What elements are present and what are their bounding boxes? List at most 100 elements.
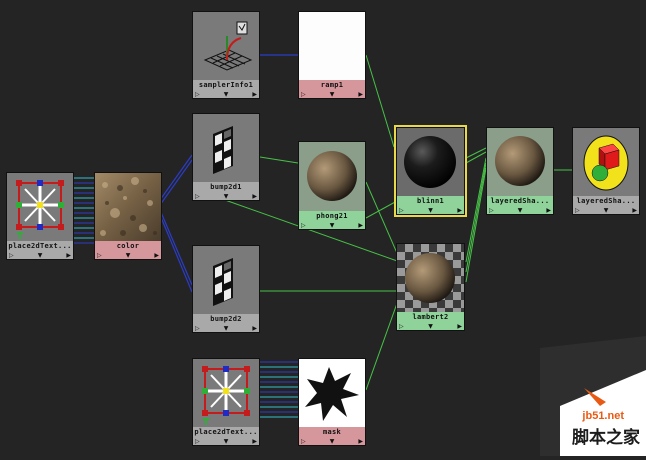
output-port-icon[interactable]: ▶ (457, 323, 462, 330)
wire-ramp-blinn (365, 54, 395, 148)
output-port-icon[interactable]: ▶ (358, 438, 363, 445)
node-port-bar[interactable]: ▷ ▼ ▶ (193, 90, 259, 98)
node-port-bar[interactable]: ▷ ▼ ▶ (299, 90, 365, 98)
input-port-icon[interactable]: ▷ (489, 207, 494, 214)
node-label: phong21 (299, 211, 365, 221)
lambert-swatch (397, 244, 464, 312)
node-place2d-texture-a[interactable]: place2dText... ▷ ▼ ▶ (6, 172, 74, 260)
expand-arrow-icon[interactable]: ▼ (224, 91, 229, 98)
node-port-bar[interactable]: ▷ ▼ ▶ (397, 322, 464, 330)
input-port-icon[interactable]: ▷ (399, 323, 404, 330)
output-port-icon[interactable]: ▶ (66, 252, 71, 259)
bump-icon (213, 258, 233, 306)
node-lambert[interactable]: lambert2 ▷ ▼ ▶ (396, 243, 465, 331)
node-port-bar[interactable]: ▷ ▼ ▶ (7, 251, 73, 259)
sampler-info-icon (203, 21, 253, 71)
node-label: color (95, 241, 161, 251)
bump-icon (213, 126, 233, 174)
node-label: mask (299, 427, 365, 437)
node-port-bar[interactable]: ▷ ▼ ▶ (299, 437, 365, 445)
node-label: ramp1 (299, 80, 365, 90)
node-port-bar[interactable]: ▷ ▼ ▶ (95, 251, 161, 259)
node-color-texture[interactable]: color ▷ ▼ ▶ (94, 172, 162, 260)
bump-swatch (193, 114, 259, 182)
expand-arrow-icon[interactable]: ▼ (330, 91, 335, 98)
expand-arrow-icon[interactable]: ▼ (428, 323, 433, 330)
input-port-icon[interactable]: ▷ (195, 193, 200, 200)
hypershade-graph[interactable]: samplerInfo1 ▷ ▼ ▶ ramp1 ▷ ▼ ▶ bump2d1 ▷ ▼ ▶ p… (0, 0, 646, 456)
node-phong[interactable]: phong21 ▷ ▼ ▶ (298, 141, 366, 230)
node-layered-shader[interactable]: layeredSha... ▷ ▼ ▶ (486, 127, 554, 215)
node-mask-texture[interactable]: mask ▷ ▼ ▶ (298, 358, 366, 446)
output-port-icon[interactable]: ▶ (632, 207, 637, 214)
node-bump2d2[interactable]: bump2d2 ▷ ▼ ▶ (192, 245, 260, 333)
input-port-icon[interactable]: ▷ (301, 438, 306, 445)
wire-color-bump1-b (159, 159, 193, 206)
wire-color-bump1-a (159, 154, 193, 201)
node-port-bar[interactable]: ▷ ▼ ▶ (193, 437, 259, 445)
node-ramp[interactable]: ramp1 ▷ ▼ ▶ (298, 11, 366, 99)
node-port-bar[interactable]: ▷ ▼ ▶ (487, 206, 553, 214)
output-port-icon[interactable]: ▶ (358, 91, 363, 98)
node-label: bump2d2 (193, 314, 259, 324)
input-port-icon[interactable]: ▷ (301, 91, 306, 98)
output-port-icon[interactable]: ▶ (252, 438, 257, 445)
place2d-texture-icon (202, 366, 250, 425)
input-port-icon[interactable]: ▷ (301, 222, 306, 229)
mask-texture-swatch (299, 359, 365, 427)
node-port-bar[interactable]: ▷ ▼ ▶ (193, 324, 259, 332)
output-port-icon[interactable]: ▶ (457, 207, 462, 214)
texture-thumbnail (95, 173, 161, 241)
expand-arrow-icon[interactable]: ▼ (330, 222, 335, 229)
wire-phong-lambert (365, 181, 401, 261)
expand-arrow-icon[interactable]: ▼ (224, 325, 229, 332)
node-samplerinfo[interactable]: samplerInfo1 ▷ ▼ ▶ (192, 11, 260, 99)
node-label: bump2d1 (193, 182, 259, 192)
expand-arrow-icon[interactable]: ▼ (604, 207, 609, 214)
expand-arrow-icon[interactable]: ▼ (38, 252, 43, 259)
watermark: jb51.net 脚本之家 (540, 336, 646, 456)
shader-ball-icon (495, 136, 545, 186)
wire-lambert-layered-1 (465, 157, 487, 263)
expand-arrow-icon[interactable]: ▼ (518, 207, 523, 214)
expand-arrow-icon[interactable]: ▼ (330, 438, 335, 445)
wire-bundle-place2d-color (74, 177, 94, 244)
layered-shader-swatch (487, 128, 553, 196)
node-place2d-texture-b[interactable]: place2dText... ▷ ▼ ▶ (192, 358, 260, 446)
expand-arrow-icon[interactable]: ▼ (428, 207, 433, 214)
expand-arrow-icon[interactable]: ▼ (224, 193, 229, 200)
input-port-icon[interactable]: ▷ (399, 207, 404, 214)
node-port-bar[interactable]: ▷ ▼ ▶ (573, 206, 639, 214)
output-port-icon[interactable]: ▶ (546, 207, 551, 214)
node-label: layeredSha... (573, 196, 639, 206)
input-port-icon[interactable]: ▷ (575, 207, 580, 214)
node-port-bar[interactable]: ▷ ▼ ▶ (299, 221, 365, 229)
shading-group-icon (583, 135, 629, 191)
output-port-icon[interactable]: ▶ (358, 222, 363, 229)
node-label: lambert2 (397, 312, 464, 322)
input-port-icon[interactable]: ▷ (9, 252, 14, 259)
expand-arrow-icon[interactable]: ▼ (224, 438, 229, 445)
watermark-site-name: 脚本之家 (572, 428, 640, 447)
phong-swatch (299, 142, 365, 211)
node-blinn[interactable]: blinn1 ▷ ▼ ▶ (394, 125, 467, 217)
output-port-icon[interactable]: ▶ (252, 193, 257, 200)
wire-blinn-layered (465, 147, 487, 159)
input-port-icon[interactable]: ▷ (195, 325, 200, 332)
place2d-swatch (193, 359, 259, 427)
color-texture-swatch (95, 173, 161, 241)
wire-color-bump2-a (159, 209, 193, 286)
node-bump2d1[interactable]: bump2d1 ▷ ▼ ▶ (192, 113, 260, 201)
input-port-icon[interactable]: ▷ (195, 91, 200, 98)
node-shading-group[interactable]: layeredSha... ▷ ▼ ▶ (572, 127, 640, 215)
node-port-bar[interactable]: ▷ ▼ ▶ (397, 206, 464, 214)
output-port-icon[interactable]: ▶ (252, 91, 257, 98)
node-port-bar[interactable]: ▷ ▼ ▶ (193, 192, 259, 200)
output-port-icon[interactable]: ▶ (154, 252, 159, 259)
place2d-texture-icon (16, 180, 64, 239)
output-port-icon[interactable]: ▶ (252, 325, 257, 332)
input-port-icon[interactable]: ▷ (97, 252, 102, 259)
wire-lambert-layered-2 (465, 162, 487, 273)
expand-arrow-icon[interactable]: ▼ (126, 252, 131, 259)
input-port-icon[interactable]: ▷ (195, 438, 200, 445)
